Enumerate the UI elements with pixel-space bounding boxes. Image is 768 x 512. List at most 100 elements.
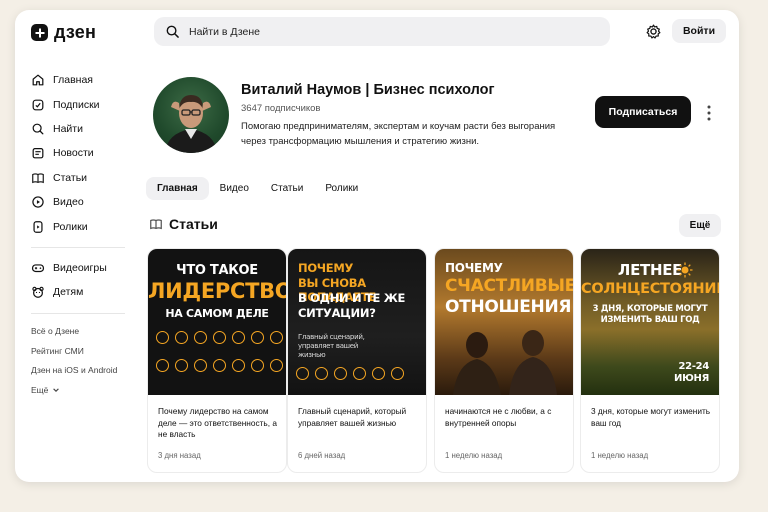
article-card[interactable]: ПОЧЕМУ ВЫ СНОВА ПОПАДАЕТЕ В ОДНИ И ТЕ ЖЕ… (287, 248, 427, 473)
tab-video[interactable]: Видео (209, 177, 260, 200)
sidebar-item-video[interactable]: Видео (31, 190, 131, 214)
sidebar-divider (31, 312, 125, 314)
cover-icon-row (296, 367, 404, 380)
cover-subline: ИЗМЕНИТЬ ВАШ ГОД (600, 315, 700, 325)
video-icon (32, 196, 44, 208)
cover-headline-line: ПОЧЕМУ (445, 261, 503, 275)
footer-link-about[interactable]: Всё о Дзене (31, 322, 131, 342)
cover-headline-line: ЧТО ТАКОЕ (176, 263, 258, 278)
cover-icon (251, 331, 264, 344)
cover-headline-line: НА САМОМ ДЕЛЕ (165, 307, 269, 320)
sidebar: Главная Подписки Найти Новости Статьи Ви… (31, 68, 131, 400)
cover-headline-line: СОЛНЦЕСТОЯНИЕ (581, 281, 719, 297)
chevron-down-icon (53, 388, 60, 392)
section-title[interactable]: Статьи (149, 216, 218, 232)
home-icon (32, 74, 44, 86)
dzen-logo[interactable]: дзен (31, 22, 96, 43)
sidebar-item-articles[interactable]: Статьи (31, 166, 131, 190)
gamepad-icon (31, 264, 45, 273)
cover-icon (353, 367, 366, 380)
sidebar-item-games[interactable]: Видеоигры (31, 256, 131, 280)
cover-icon (232, 331, 245, 344)
cover-icon (194, 359, 207, 372)
tab-shorts[interactable]: Ролики (314, 177, 369, 200)
search-icon (32, 123, 44, 135)
cover-icon (213, 359, 226, 372)
section-more-button[interactable]: Ещё (679, 214, 721, 237)
logo-text: дзен (54, 22, 97, 42)
cover-date: ИЮНЯ (674, 373, 709, 384)
footer-link-media-rating[interactable]: Рейтинг СМИ (31, 341, 131, 361)
sidebar-item-shorts[interactable]: Ролики (31, 214, 131, 238)
cover-icon (270, 359, 283, 372)
cover-headline-line: ПОЧЕМУ (298, 261, 354, 275)
cover-icon (334, 367, 347, 380)
sidebar-item-kids[interactable]: Детям (31, 280, 131, 304)
cover-headline-line: ОТНОШЕНИЯ (445, 297, 572, 317)
news-icon (32, 148, 44, 159)
subscribe-button[interactable]: Подписаться (595, 96, 691, 128)
channel-avatar[interactable] (153, 77, 229, 153)
gear-icon[interactable] (645, 23, 662, 40)
subscriptions-icon (32, 99, 44, 111)
footer-link-label: Рейтинг СМИ (31, 345, 84, 356)
more-options-icon[interactable] (705, 104, 713, 122)
cover-icon (251, 359, 264, 372)
section-title-label: Статьи (169, 216, 218, 232)
tab-articles[interactable]: Статьи (260, 177, 314, 200)
sidebar-item-label: Видео (53, 196, 84, 209)
login-button[interactable]: Войти (672, 19, 726, 43)
cover-icon (296, 367, 309, 380)
cover-icon (213, 331, 226, 344)
cover-icon (372, 367, 385, 380)
footer-link-label: Дзен на iOS и Android (31, 365, 118, 376)
cover-headline-line: ЛИДЕРСТВО (148, 279, 286, 303)
article-card[interactable]: ПОЧЕМУ СЧАСТЛИВЫЕ ОТНОШЕНИЯ начинаются н… (434, 248, 574, 473)
sidebar-divider (31, 246, 125, 248)
footer-link-label: Всё о Дзене (31, 326, 80, 337)
article-card[interactable]: ЛЕТНЕЕ СОЛНЦЕСТОЯНИЕ 3 ДНЯ, КОТОРЫЕ МОГУ… (580, 248, 720, 473)
shorts-icon (33, 220, 43, 233)
article-card[interactable]: ЧТО ТАКОЕ ЛИДЕРСТВО НА САМОМ ДЕЛЕ Почему… (147, 248, 287, 473)
cover-subline: 3 ДНЯ, КОТОРЫЕ МОГУТ (592, 304, 708, 314)
sidebar-item-home[interactable]: Главная (31, 68, 131, 92)
articles-icon (32, 173, 44, 183)
cover-headline-line: ЛЕТНЕЕ (617, 261, 683, 279)
sidebar-item-label: Подписки (53, 98, 100, 111)
article-title: начинаются не с любви, а с внутренней оп… (445, 406, 552, 428)
channel-tabs: Главная Видео Статьи Ролики (146, 177, 369, 200)
footer-link-apps[interactable]: Дзен на iOS и Android (31, 361, 131, 381)
article-title: Почему лидерство на самом деле — это отв… (158, 406, 277, 439)
sun-icon (677, 262, 693, 278)
article-time: 3 дня назад (158, 451, 201, 460)
sidebar-item-search[interactable]: Найти (31, 117, 131, 141)
channel-name: Виталий Наумов | Бизнес психолог (241, 82, 495, 98)
footer-link-more[interactable]: Ещё (31, 380, 131, 400)
article-title: 3 дня, которые могут изменить ваш год (591, 406, 711, 428)
sidebar-item-label: Статьи (53, 171, 88, 184)
cover-date: 22-24 (678, 361, 710, 372)
cover-icon (156, 331, 169, 344)
sidebar-item-label: Найти (53, 122, 83, 135)
cover-icon (391, 367, 404, 380)
article-cover: ЛЕТНЕЕ СОЛНЦЕСТОЯНИЕ 3 ДНЯ, КОТОРЫЕ МОГУ… (581, 249, 719, 395)
sidebar-item-label: Ролики (53, 220, 88, 233)
sidebar-item-label: Видеоигры (53, 261, 107, 274)
tab-main[interactable]: Главная (146, 177, 209, 200)
sidebar-item-news[interactable]: Новости (31, 141, 131, 165)
kids-icon (32, 287, 44, 299)
search-icon (166, 25, 179, 38)
article-time: 1 неделю назад (445, 451, 503, 460)
cover-icon (194, 331, 207, 344)
search-input[interactable]: Найти в Дзене (154, 17, 610, 46)
sidebar-item-label: Главная (53, 74, 93, 87)
articles-icon (150, 219, 162, 230)
sidebar-item-subscriptions[interactable]: Подписки (31, 92, 131, 116)
dzen-logo-icon (31, 24, 48, 41)
article-cover: ПОЧЕМУ ВЫ СНОВА ПОПАДАЕТЕ В ОДНИ И ТЕ ЖЕ… (288, 249, 426, 395)
search-placeholder: Найти в Дзене (189, 25, 261, 38)
cover-icon-row (156, 331, 283, 344)
sidebar-item-label: Детям (53, 286, 84, 299)
article-title: Главный сценарий, который управляет ваше… (298, 406, 407, 428)
cover-icon (315, 367, 328, 380)
